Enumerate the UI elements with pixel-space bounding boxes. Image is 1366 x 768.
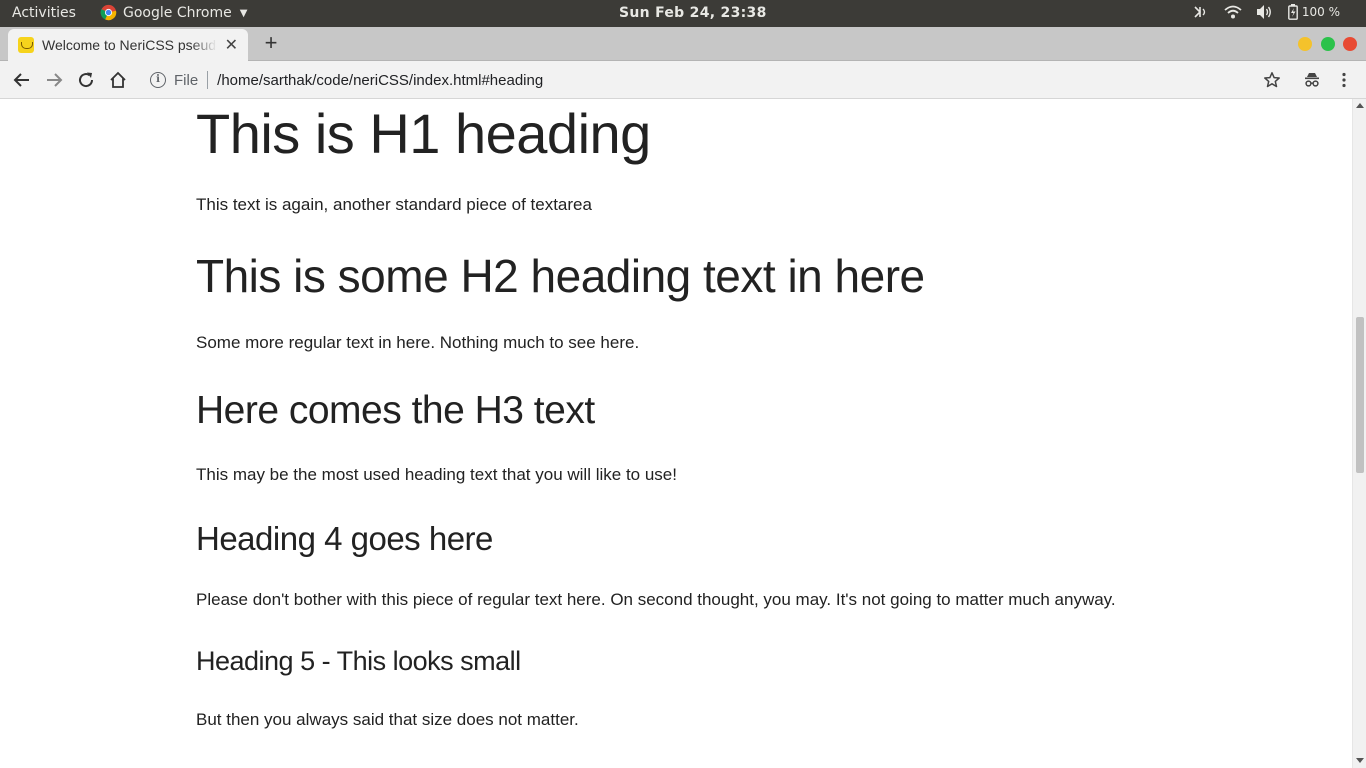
- star-icon[interactable]: [1261, 69, 1283, 91]
- info-icon[interactable]: i: [150, 72, 166, 88]
- tab-strip: Welcome to NeriCSS pseudo ✕ +: [0, 27, 1366, 61]
- paragraph-4: Please don't bother with this piece of r…: [196, 590, 1116, 609]
- paragraph-5: But then you always said that size does …: [196, 710, 579, 729]
- window-maximize-button[interactable]: [1321, 37, 1335, 51]
- window-minimize-button[interactable]: [1298, 37, 1312, 51]
- heading-1: This is H1 heading: [196, 102, 651, 165]
- tab-title: Welcome to NeriCSS pseudo: [42, 37, 217, 53]
- tab-active[interactable]: Welcome to NeriCSS pseudo ✕: [8, 29, 248, 61]
- divider: [207, 71, 209, 89]
- wifi-icon: [1224, 5, 1242, 19]
- paragraph-3: This may be the most used heading text t…: [196, 465, 677, 484]
- clock[interactable]: Sun Feb 24, 23:38: [619, 5, 767, 21]
- app-menu[interactable]: Google Chrome ▼: [100, 4, 248, 21]
- browser-toolbar: i File /home/sarthak/code/neriCSS/index.…: [0, 61, 1366, 99]
- heading-3: Here comes the H3 text: [196, 389, 595, 432]
- heading-2: This is some H2 heading text in here: [196, 250, 925, 302]
- system-top-bar: Activities Google Chrome ▼ Sun Feb 24, 2…: [0, 0, 1366, 27]
- accessibility-icon: [1194, 6, 1206, 18]
- home-icon[interactable]: [107, 69, 129, 91]
- paragraph-2: Some more regular text in here. Nothing …: [196, 333, 640, 352]
- close-icon[interactable]: ✕: [225, 35, 238, 55]
- scroll-down-icon[interactable]: [1356, 758, 1364, 763]
- forward-arrow-icon[interactable]: [43, 69, 65, 91]
- heading-5: Heading 5 - This looks small: [196, 646, 521, 676]
- caret-down-icon: ▼: [239, 7, 248, 19]
- reload-icon[interactable]: [75, 69, 97, 91]
- scheme-label: File: [174, 71, 199, 89]
- favicon-icon: [18, 37, 34, 53]
- activities-button[interactable]: Activities: [12, 5, 76, 21]
- window-close-button[interactable]: [1343, 37, 1357, 51]
- battery-percent: 100 %: [1301, 5, 1340, 19]
- plus-icon[interactable]: +: [260, 31, 282, 55]
- battery-indicator: 100 %: [1287, 4, 1340, 20]
- chrome-logo-icon: [100, 4, 117, 20]
- app-name: Google Chrome: [123, 5, 232, 21]
- paragraph-1: This text is again, another standard pie…: [196, 195, 592, 214]
- address-bar[interactable]: i File /home/sarthak/code/neriCSS/index.…: [140, 65, 1290, 95]
- heading-4: Heading 4 goes here: [196, 520, 493, 557]
- vertical-scrollbar[interactable]: [1352, 99, 1366, 768]
- back-arrow-icon[interactable]: [11, 69, 33, 91]
- url-text[interactable]: /home/sarthak/code/neriCSS/index.html#he…: [217, 72, 543, 89]
- kebab-menu-icon[interactable]: [1333, 69, 1355, 91]
- page-viewport: This is H1 heading This text is again, a…: [0, 99, 1352, 768]
- scrollbar-thumb[interactable]: [1356, 317, 1364, 473]
- battery-icon: [1287, 4, 1298, 20]
- scroll-up-icon[interactable]: [1356, 103, 1364, 108]
- system-tray[interactable]: 100 %: [1192, 4, 1340, 20]
- volume-icon: [1256, 5, 1271, 19]
- incognito-icon[interactable]: [1301, 69, 1323, 91]
